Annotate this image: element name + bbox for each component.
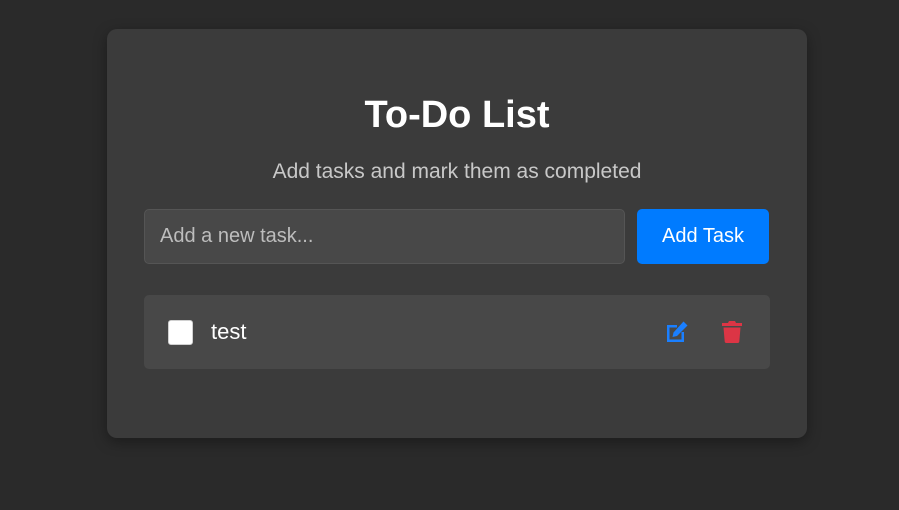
page-title: To-Do List xyxy=(364,94,550,136)
task-checkbox[interactable] xyxy=(168,319,193,345)
edit-icon xyxy=(667,321,688,342)
task-list: test xyxy=(144,295,770,369)
trash-icon xyxy=(722,321,742,343)
add-task-form: Add Task xyxy=(144,209,770,264)
task-text: test xyxy=(211,319,247,344)
delete-task-button[interactable] xyxy=(718,318,746,346)
task-item: test xyxy=(144,295,770,369)
add-task-button[interactable]: Add Task xyxy=(637,209,769,264)
new-task-input[interactable] xyxy=(144,209,625,264)
edit-task-button[interactable] xyxy=(663,318,691,346)
page-subtitle: Add tasks and mark them as completed xyxy=(272,160,642,183)
todo-card: To-Do List Add tasks and mark them as co… xyxy=(107,29,807,438)
